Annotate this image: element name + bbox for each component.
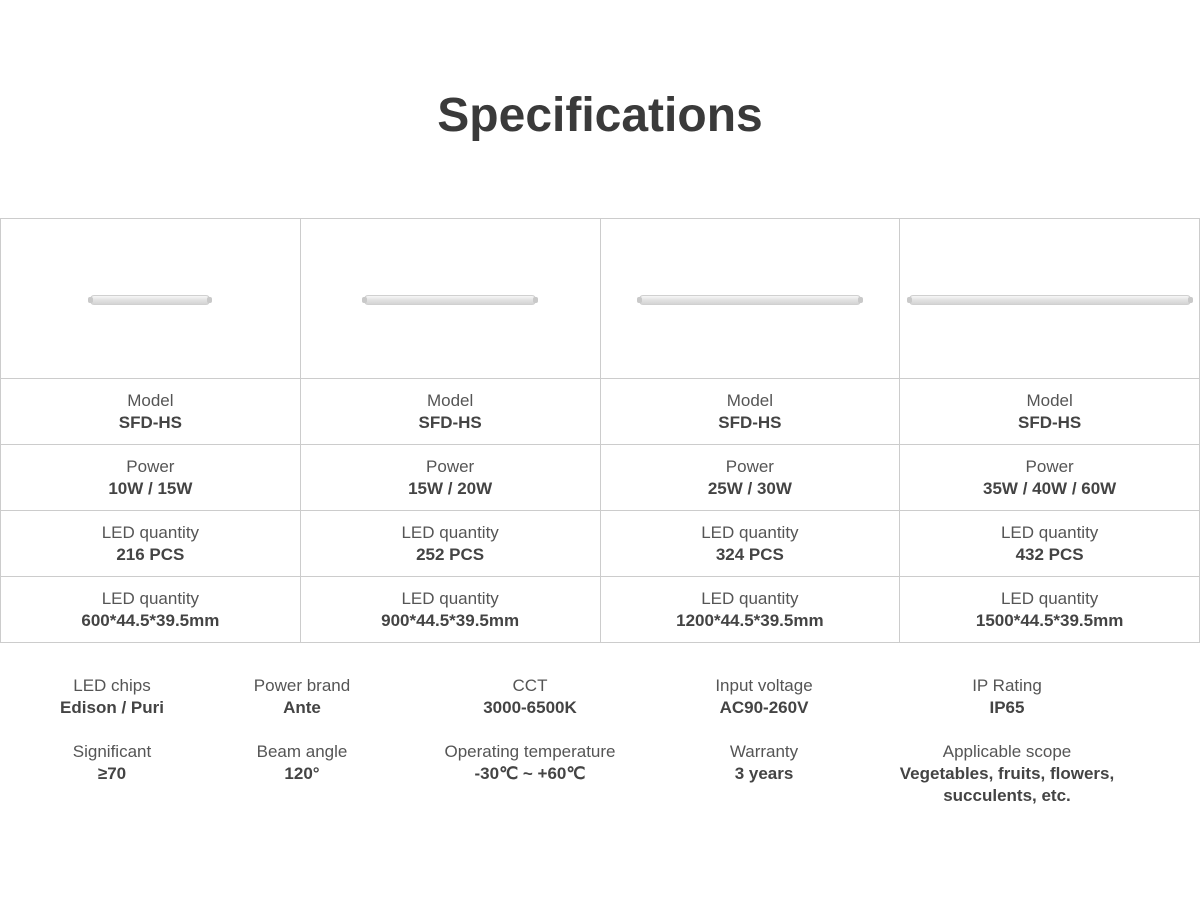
led-quantity-row: LED quantity 216 PCS LED quantity 252 PCS …: [0, 510, 1200, 577]
spec-label: Power: [1025, 456, 1074, 476]
tube-light-image: [636, 295, 863, 305]
spec-value: 35W / 40W / 60W: [983, 478, 1117, 498]
spec-label: Beam angle: [256, 742, 348, 761]
page-title: Specifications: [437, 89, 763, 142]
spec-label: Model: [1026, 390, 1073, 410]
spec-label: LED quantity: [101, 522, 200, 542]
spec-value: SFD-HS: [418, 412, 482, 432]
spec-label: Applicable scope: [942, 742, 1072, 761]
spec-cell: LED quantity 600*44.5*39.5mm: [0, 576, 301, 643]
tube-light-image: [88, 295, 213, 305]
common-spec-item: Warranty 3 years: [644, 741, 884, 785]
spec-label: Warranty: [729, 742, 799, 761]
common-spec-item: CCT 3000-6500K: [410, 675, 650, 719]
spec-label: LED quantity: [101, 588, 200, 608]
spec-cell: LED quantity 216 PCS: [0, 510, 301, 577]
spec-value: 25W / 30W: [707, 478, 792, 498]
spec-label: IP Rating: [972, 676, 1042, 695]
spec-value: IP65: [989, 698, 1025, 717]
spec-label: LED quantity: [401, 522, 499, 542]
spec-value: 3000-6500K: [483, 698, 577, 717]
spec-cell: Model SFD-HS: [299, 378, 601, 445]
spec-label: Input voltage: [715, 676, 813, 695]
spec-cell: Power 35W / 40W / 60W: [899, 444, 1200, 511]
common-spec-item: Applicable scope Vegetables, fruits, flow…: [877, 741, 1137, 807]
spec-cell: LED quantity 252 PCS: [299, 510, 601, 577]
tube-light-image: [362, 295, 539, 305]
spec-value: 120°: [284, 764, 320, 783]
common-spec-item: Power brand Ante: [182, 675, 422, 719]
spec-value: 900*44.5*39.5mm: [381, 610, 520, 630]
spec-label: LED quantity: [1000, 522, 1099, 542]
spec-cell: Model SFD-HS: [599, 378, 901, 445]
spec-cell: Model SFD-HS: [899, 378, 1200, 445]
spec-value: 432 PCS: [1015, 544, 1084, 564]
spec-cell: Model SFD-HS: [0, 378, 301, 445]
spec-value: SFD-HS: [1017, 412, 1082, 432]
spec-label: Model: [726, 390, 774, 410]
model-row: Model SFD-HS Model SFD-HS Model SFD-HS Mode…: [0, 378, 1200, 445]
spec-cell: Power 10W / 15W: [0, 444, 301, 511]
tube-light-image: [906, 295, 1193, 305]
spec-label: Power brand: [253, 676, 351, 695]
spec-value: 216 PCS: [116, 544, 185, 564]
spec-value: 15W / 20W: [408, 478, 493, 498]
spec-cell: LED quantity 1500*44.5*39.5mm: [899, 576, 1200, 643]
common-spec-item: Input voltage AC90-260V: [644, 675, 884, 719]
common-spec-item: Beam angle 120°: [182, 741, 422, 785]
product-image-cell: [899, 218, 1200, 379]
spec-label: Model: [426, 390, 474, 410]
spec-label: LED quantity: [701, 588, 799, 608]
product-image-row: [0, 218, 1200, 379]
spec-value: AC90-260V: [719, 698, 809, 717]
spec-label: Model: [127, 390, 174, 410]
spec-label: LED quantity: [1000, 588, 1099, 608]
spec-label: LED quantity: [701, 522, 799, 542]
spec-value: 1200*44.5*39.5mm: [676, 610, 824, 630]
spec-cell: Power 15W / 20W: [299, 444, 601, 511]
spec-label: CCT: [512, 676, 548, 695]
spec-value: 1500*44.5*39.5mm: [975, 610, 1124, 630]
spec-label: Power: [126, 456, 175, 476]
spec-cell: LED quantity 900*44.5*39.5mm: [299, 576, 601, 643]
product-image-cell: [0, 218, 301, 379]
spec-cell: LED quantity 432 PCS: [899, 510, 1200, 577]
spec-value: Vegetables, fruits, flowers, succulents,…: [899, 764, 1115, 805]
spec-label: Power: [725, 456, 774, 476]
spec-cell: LED quantity 1200*44.5*39.5mm: [599, 576, 901, 643]
spec-cell: LED quantity 324 PCS: [599, 510, 901, 577]
power-row: Power 10W / 15W Power 15W / 20W Power 25W /…: [0, 444, 1200, 511]
spec-cell: Power 25W / 30W: [599, 444, 901, 511]
spec-value: 324 PCS: [715, 544, 784, 564]
spec-value: -30℃ ~ +60℃: [474, 764, 586, 783]
spec-value: SFD-HS: [118, 412, 183, 432]
spec-value: 10W / 15W: [108, 478, 193, 498]
product-image-cell: [599, 218, 901, 379]
product-image-cell: [299, 218, 601, 379]
spec-label: Operating temperature: [444, 742, 616, 761]
spec-value: 252 PCS: [416, 544, 485, 564]
common-spec-item: IP Rating IP65: [887, 675, 1127, 719]
specifications-table: Model SFD-HS Model SFD-HS Model SFD-HS Mode…: [0, 218, 1200, 643]
spec-label: LED quantity: [401, 588, 499, 608]
spec-value: Ante: [283, 698, 321, 717]
dimensions-row: LED quantity 600*44.5*39.5mm LED quantity…: [0, 576, 1200, 643]
spec-value: 600*44.5*39.5mm: [81, 610, 220, 630]
spec-value: 3 years: [734, 764, 794, 783]
spec-label: Power: [426, 456, 475, 476]
common-spec-item: Operating temperature -30℃ ~ +60℃: [410, 741, 650, 785]
spec-value: SFD-HS: [718, 412, 782, 432]
